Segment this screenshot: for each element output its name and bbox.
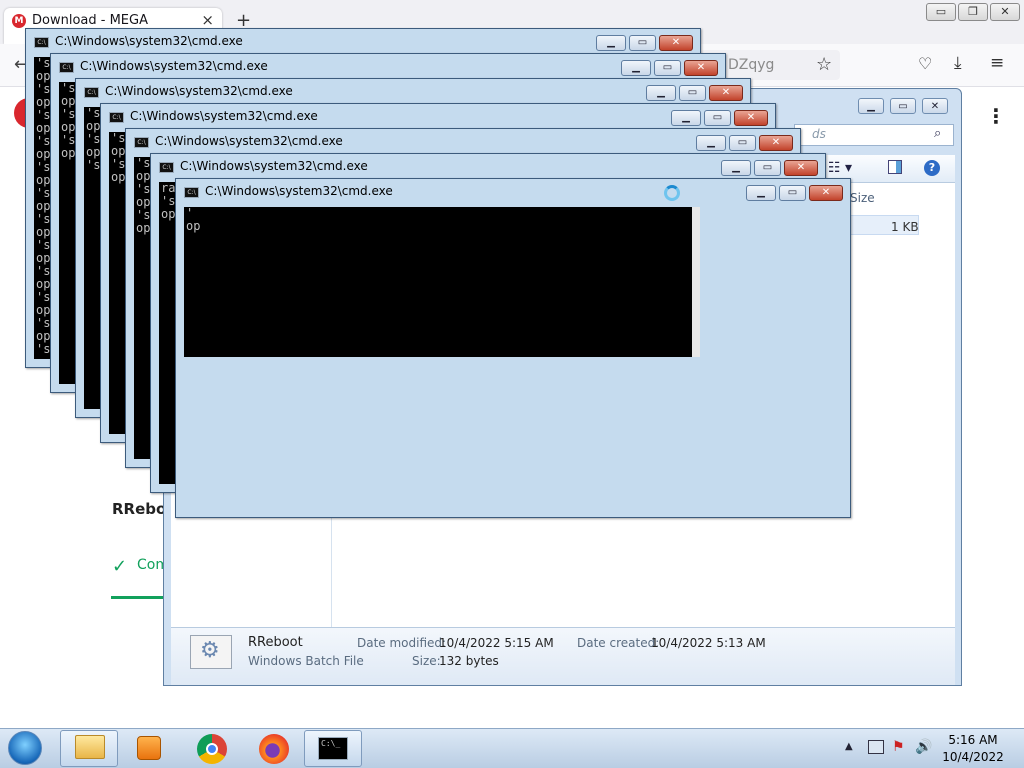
- cmd-maximize-button[interactable]: ▭: [654, 60, 681, 76]
- cmd-window-title: C:\Windows\system32\cmd.exe: [155, 134, 343, 148]
- search-placeholder: ds: [812, 127, 826, 141]
- folder-icon: [75, 735, 105, 759]
- console-output: 's op 's op 's op: [61, 82, 76, 160]
- cmd-maximize-button[interactable]: ▭: [629, 35, 656, 51]
- start-button[interactable]: [8, 731, 42, 765]
- cmd-close-button[interactable]: ✕: [809, 185, 843, 201]
- console-output: ra 's op: [161, 182, 176, 221]
- cmd-minimize-button[interactable]: ▁: [721, 160, 751, 176]
- console-output: 's op 's op 's: [86, 107, 101, 172]
- console-output: 's op 's op 's op 's op 's op 's op 's o…: [36, 57, 51, 359]
- cmd-maximize-button[interactable]: ▭: [729, 135, 756, 151]
- chrome-center-icon: [206, 743, 218, 755]
- preview-pane-icon[interactable]: [888, 160, 902, 174]
- firefox-icon: [259, 734, 289, 764]
- size-value: 132 bytes: [439, 654, 499, 668]
- cmd-maximize-button[interactable]: ▭: [779, 185, 806, 201]
- scrollbar[interactable]: [692, 207, 700, 357]
- cmd-window-title: C:\Windows\system32\cmd.exe: [180, 159, 368, 173]
- cmd-window[interactable]: C:\ C:\Windows\system32\cmd.exe ▁ ▭ ✕ ' …: [175, 178, 851, 518]
- change-view-icon[interactable]: ☷ ▾: [828, 160, 852, 176]
- cmd-icon: C:\: [134, 137, 149, 148]
- cmd-window-title: C:\Windows\system32\cmd.exe: [55, 34, 243, 48]
- cmd-console[interactable]: ' op: [184, 207, 692, 357]
- cmd-close-button[interactable]: ✕: [734, 110, 768, 126]
- show-hidden-icons-icon[interactable]: ▲: [845, 741, 853, 752]
- cmd-minimize-button[interactable]: ▁: [646, 85, 676, 101]
- media-player-icon: [137, 736, 161, 760]
- cmd-icon: C:\: [84, 87, 99, 98]
- cmd-icon: C:\: [184, 187, 199, 198]
- url-text[interactable]: DZqyg: [728, 57, 774, 73]
- explorer-close-button[interactable]: ✕: [922, 98, 948, 114]
- cmd-minimize-button[interactable]: ▁: [696, 135, 726, 151]
- browser-restore-button[interactable]: ❐: [958, 3, 988, 21]
- cmd-window-title: C:\Windows\system32\cmd.exe: [80, 59, 268, 73]
- clock-time[interactable]: 5:16 AM: [930, 733, 1016, 747]
- tab-close-icon[interactable]: ×: [201, 11, 214, 29]
- cmd-icon: C:\: [109, 112, 124, 123]
- details-file-type: Windows Batch File: [248, 654, 364, 668]
- file-size-cell: 1 KB: [891, 220, 919, 234]
- mega-favicon-icon: M: [12, 14, 26, 28]
- console-output: 's op 's op 's op: [136, 157, 151, 235]
- cmd-icon: C:\: [59, 62, 74, 73]
- network-icon[interactable]: [868, 740, 884, 754]
- download-icon[interactable]: ⤓: [954, 53, 962, 73]
- cmd-window-title: C:\Windows\system32\cmd.exe: [130, 109, 318, 123]
- date-modified-value: 10/4/2022 5:15 AM: [439, 636, 554, 650]
- explorer-maximize-button[interactable]: ▭: [890, 98, 916, 114]
- cmd-close-button[interactable]: ✕: [684, 60, 718, 76]
- browser-minimize-button[interactable]: ▭: [926, 3, 956, 21]
- cmd-close-button[interactable]: ✕: [709, 85, 743, 101]
- tab-title: Download - MEGA: [32, 13, 148, 28]
- cmd-window-title: C:\Windows\system32\cmd.exe: [105, 84, 293, 98]
- cmd-minimize-button[interactable]: ▁: [621, 60, 651, 76]
- date-created-value: 10/4/2022 5:13 AM: [651, 636, 766, 650]
- cmd-maximize-button[interactable]: ▭: [679, 85, 706, 101]
- browser-close-button[interactable]: ✕: [990, 3, 1020, 21]
- cmd-icon: C:\: [34, 37, 49, 48]
- cmd-close-button[interactable]: ✕: [659, 35, 693, 51]
- date-created-label: Date created:: [577, 636, 660, 650]
- gear-icon: ⚙: [200, 638, 220, 663]
- star-icon[interactable]: ☆: [816, 54, 832, 75]
- explorer-minimize-button[interactable]: ▁: [858, 98, 884, 114]
- console-output: ' op: [186, 207, 201, 233]
- console-output: 's op 's op: [111, 132, 126, 184]
- hamburger-icon[interactable]: ≡: [990, 53, 1004, 73]
- cmd-close-button[interactable]: ✕: [759, 135, 793, 151]
- checkmark-icon: ✓: [112, 556, 128, 577]
- search-icon[interactable]: ⌕: [934, 126, 941, 141]
- more-options-icon[interactable]: ⋮: [986, 104, 1006, 128]
- cmd-maximize-button[interactable]: ▭: [704, 110, 731, 126]
- cmd-window-title: C:\Windows\system32\cmd.exe: [205, 184, 393, 198]
- action-center-flag-icon[interactable]: ⚑: [892, 739, 905, 755]
- date-modified-label: Date modified:: [357, 636, 447, 650]
- cmd-minimize-button[interactable]: ▁: [671, 110, 701, 126]
- busy-spinner-icon: [664, 185, 680, 201]
- cmd-maximize-button[interactable]: ▭: [754, 160, 781, 176]
- cmd-close-button[interactable]: ✕: [784, 160, 818, 176]
- clock-date[interactable]: 10/4/2022: [930, 750, 1016, 764]
- help-icon[interactable]: ?: [924, 160, 940, 176]
- cmd-minimize-button[interactable]: ▁: [746, 185, 776, 201]
- cmd-icon: C:\: [159, 162, 174, 173]
- details-file-name: RReboot: [248, 635, 303, 650]
- cmd-minimize-button[interactable]: ▁: [596, 35, 626, 51]
- column-header-size[interactable]: Size: [850, 191, 875, 205]
- cmd-icon: C:\_: [318, 737, 348, 760]
- pocket-icon[interactable]: ♡: [918, 54, 932, 73]
- size-label: Size:: [412, 654, 441, 668]
- download-progress-bar: [111, 596, 166, 599]
